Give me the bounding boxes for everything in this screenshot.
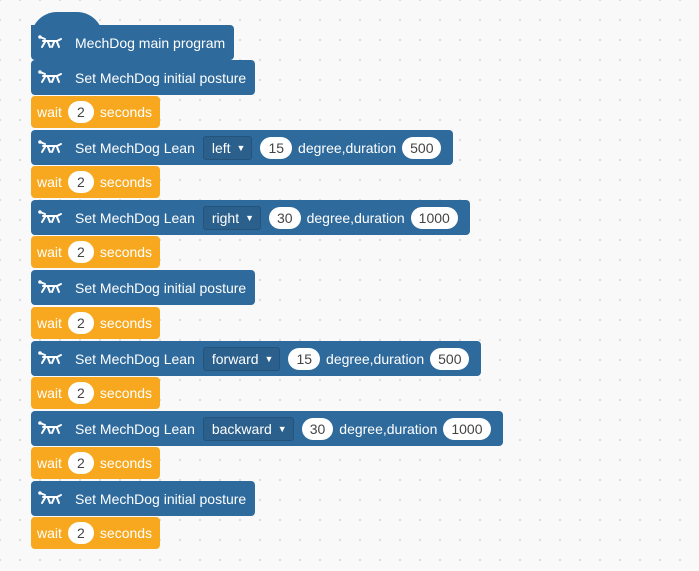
degree-duration-label: degree,duration [298, 139, 397, 156]
lean-block[interactable]: Set MechDog Lean backward ▼ 30 degree,durati… [31, 411, 503, 446]
mechdog-icon [37, 420, 63, 438]
mechdog-icon [37, 490, 63, 508]
lean-block[interactable]: Set MechDog Lean right ▼ 30 degree,duration 1… [31, 200, 470, 235]
dropdown-value: forward [211, 350, 259, 367]
seconds-label: seconds [99, 174, 153, 190]
block-label: Set MechDog initial posture [75, 490, 247, 507]
dropdown-value: backward [211, 420, 272, 437]
mechdog-icon [37, 209, 63, 227]
chevron-down-icon: ▼ [264, 353, 274, 364]
chevron-down-icon: ▼ [277, 423, 287, 434]
wait-label: wait [37, 104, 62, 120]
initial-posture-block[interactable]: Set MechDog initial posture [31, 481, 256, 516]
seconds-label: seconds [99, 455, 153, 471]
lean-direction-dropdown[interactable]: backward ▼ [202, 416, 294, 441]
lean-block[interactable]: Set MechDog Lean left ▼ 15 degree,duration 50… [31, 130, 454, 165]
mechdog-icon [37, 279, 63, 297]
block-label: Set MechDog Lean [75, 209, 195, 226]
wait-seconds-input[interactable]: 2 [67, 312, 94, 334]
degree-duration-label: degree,duration [326, 350, 425, 367]
wait-label: wait [37, 174, 62, 190]
angle-input[interactable]: 30 [269, 206, 301, 229]
angle-input[interactable]: 15 [288, 347, 321, 370]
angle-input[interactable]: 30 [301, 417, 334, 440]
block-label: Set MechDog Lean [75, 420, 195, 437]
seconds-label: seconds [99, 315, 153, 331]
degree-duration-label: degree,duration [339, 420, 438, 437]
dropdown-value: left [211, 139, 231, 156]
dropdown-value: right [211, 209, 240, 226]
wait-label: wait [37, 525, 62, 541]
block-label: Set MechDog initial posture [75, 279, 247, 296]
lean-direction-dropdown[interactable]: forward ▼ [202, 346, 281, 371]
wait-block[interactable]: wait 2 seconds [31, 377, 161, 409]
wait-label: wait [37, 455, 62, 471]
lean-block[interactable]: Set MechDog Lean forward ▼ 15 degree,duratio… [31, 341, 482, 376]
wait-block[interactable]: wait 2 seconds [31, 307, 161, 339]
mechdog-icon [37, 34, 63, 52]
wait-seconds-input[interactable]: 2 [67, 101, 94, 123]
initial-posture-block[interactable]: Set MechDog initial posture [31, 270, 256, 305]
seconds-label: seconds [99, 244, 153, 260]
wait-seconds-input[interactable]: 2 [67, 382, 94, 404]
wait-block[interactable]: wait 2 seconds [31, 166, 161, 198]
wait-block[interactable]: wait 2 seconds [31, 517, 161, 549]
block-label: Set MechDog initial posture [75, 69, 247, 86]
seconds-label: seconds [99, 385, 153, 401]
wait-block[interactable]: wait 2 seconds [31, 236, 161, 268]
wait-block[interactable]: wait 2 seconds [31, 96, 161, 128]
mechdog-icon [37, 350, 63, 368]
wait-label: wait [37, 244, 62, 260]
chevron-down-icon: ▼ [245, 212, 255, 223]
wait-seconds-input[interactable]: 2 [67, 171, 94, 193]
block-label: MechDog main program [75, 34, 226, 51]
angle-input[interactable]: 15 [260, 136, 293, 159]
seconds-label: seconds [99, 525, 153, 541]
duration-input[interactable]: 1000 [443, 417, 491, 440]
degree-duration-label: degree,duration [306, 209, 405, 226]
duration-input[interactable]: 500 [430, 347, 470, 370]
seconds-label: seconds [99, 104, 153, 120]
mechdog-icon [37, 69, 63, 87]
wait-seconds-input[interactable]: 2 [67, 241, 94, 263]
wait-block[interactable]: wait 2 seconds [31, 447, 161, 479]
duration-input[interactable]: 500 [402, 136, 442, 159]
wait-label: wait [37, 315, 62, 331]
main-program-hat-block[interactable]: MechDog main program [31, 12, 235, 60]
wait-label: wait [37, 385, 62, 401]
duration-input[interactable]: 1000 [410, 206, 458, 229]
chevron-down-icon: ▼ [236, 142, 246, 153]
lean-direction-dropdown[interactable]: right ▼ [202, 205, 262, 230]
mechdog-icon [37, 139, 63, 157]
wait-seconds-input[interactable]: 2 [67, 452, 94, 474]
lean-direction-dropdown[interactable]: left ▼ [202, 135, 253, 160]
block-label: Set MechDog Lean [75, 139, 195, 156]
initial-posture-block[interactable]: Set MechDog initial posture [31, 60, 256, 95]
wait-seconds-input[interactable]: 2 [67, 522, 94, 544]
block-label: Set MechDog Lean [75, 350, 195, 367]
